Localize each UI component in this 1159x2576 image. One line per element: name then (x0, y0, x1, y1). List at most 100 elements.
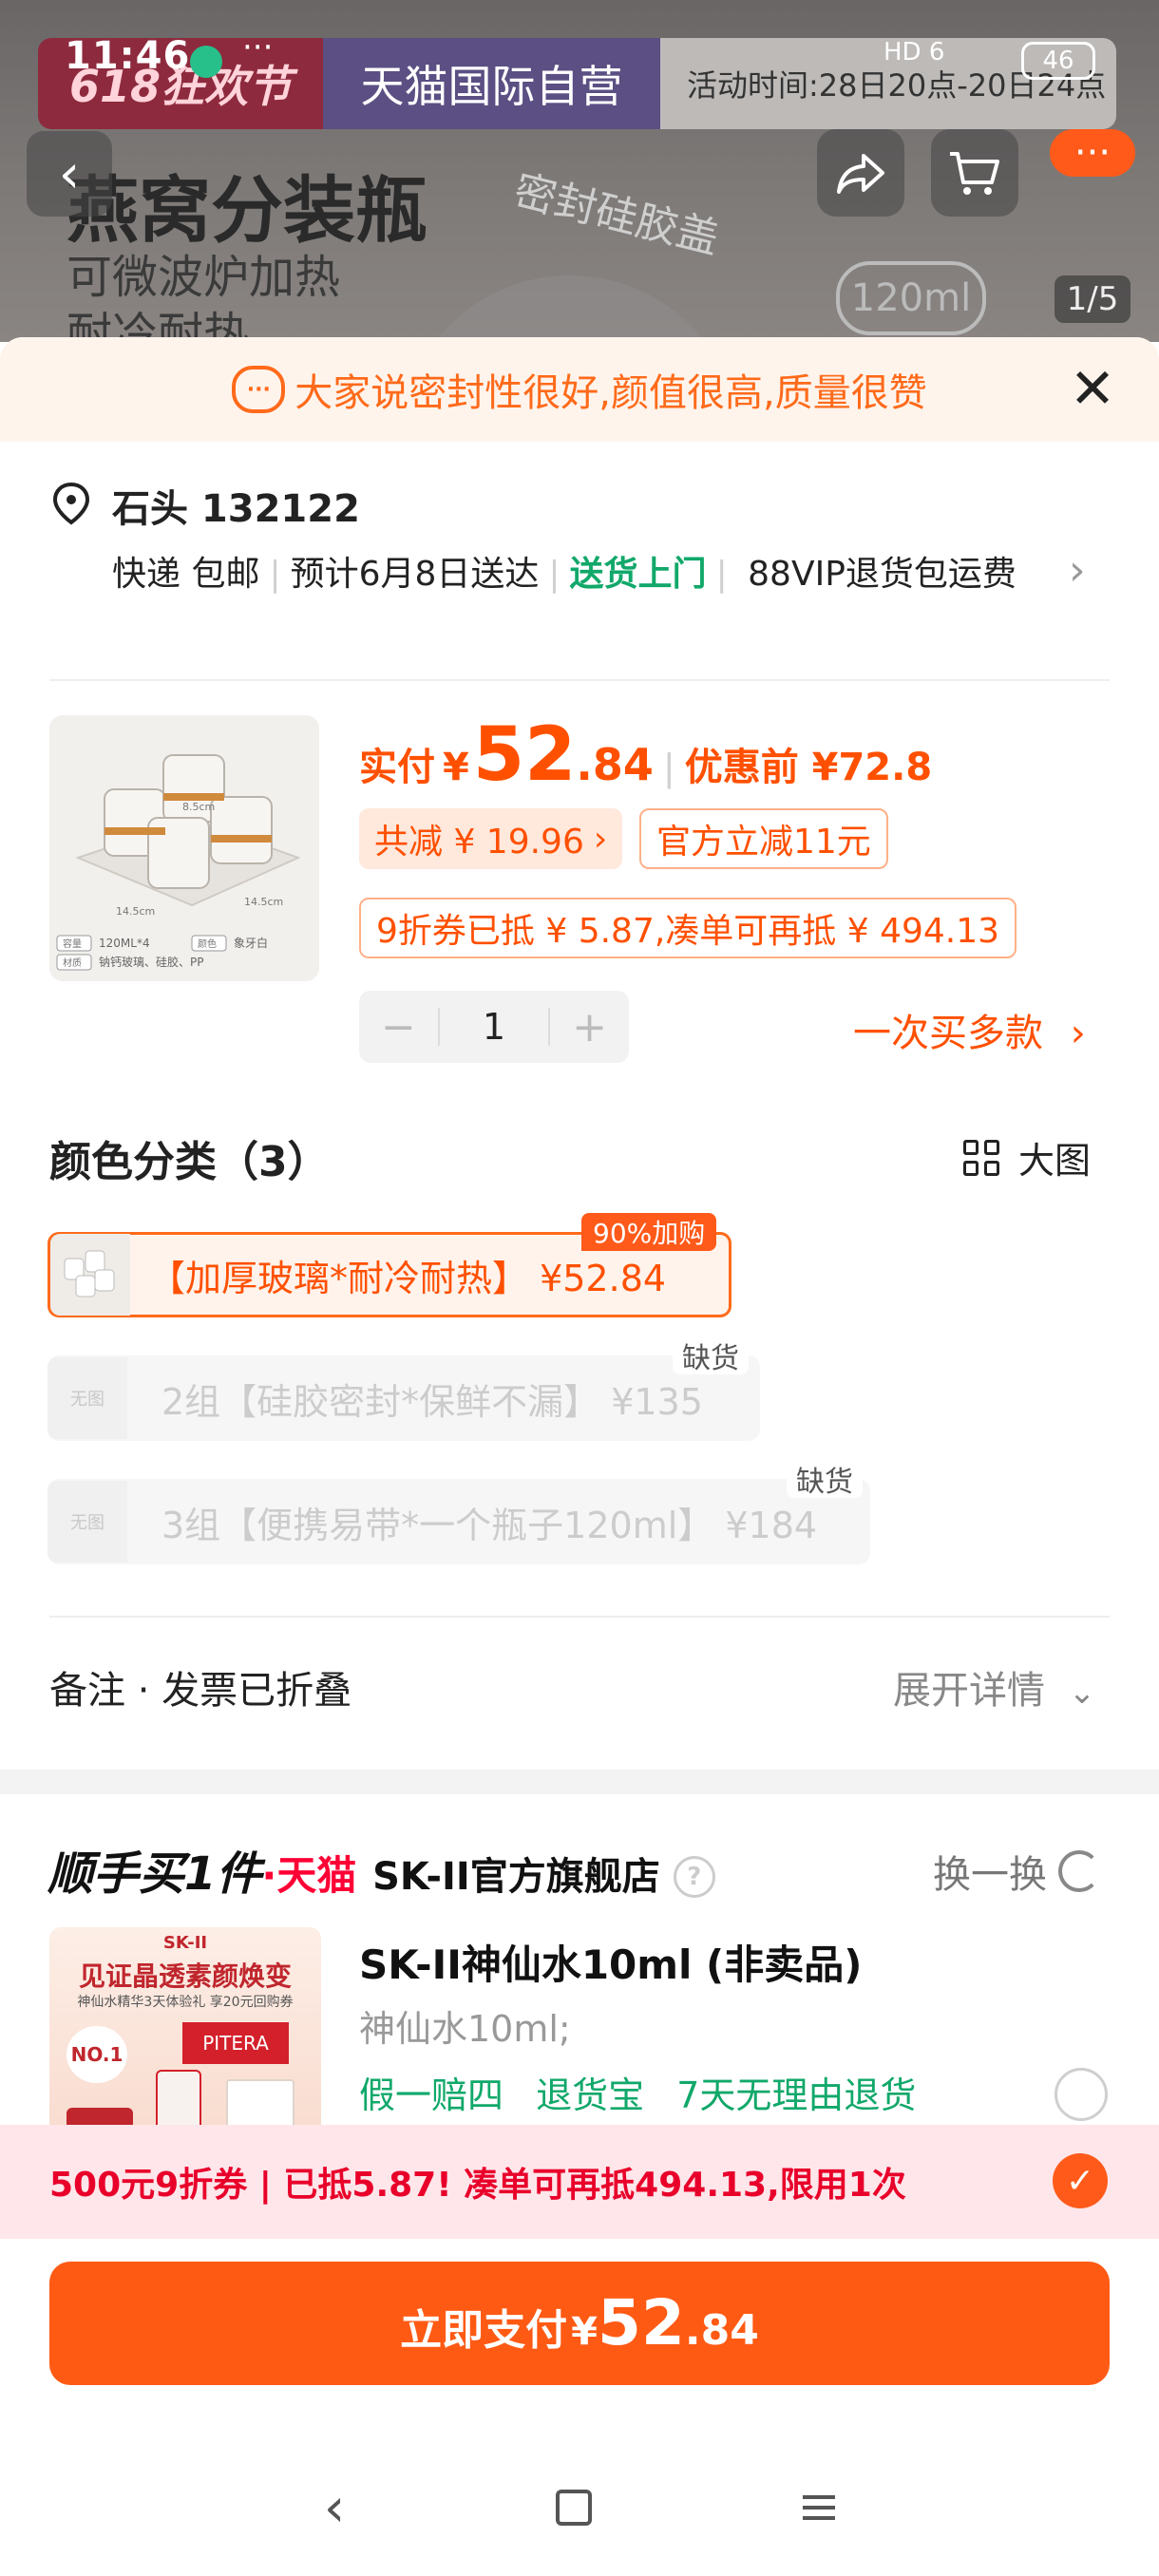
order-sheet: ··· 大家说密封性很好,颜值很高,质量很赞 ✕ 石头 132122 快递 包邮… (0, 337, 1159, 2576)
service-tag: 退货宝 (536, 2074, 645, 2116)
checkmark-icon[interactable]: ✓ (1053, 2153, 1108, 2208)
no-image-placeholder: 无图 (48, 1357, 127, 1439)
close-icon[interactable]: ✕ (1062, 356, 1123, 421)
address-name[interactable]: 石头 132122 (112, 478, 360, 533)
no-image-placeholder: 无图 (48, 1481, 127, 1563)
hero-subtitle-2: 耐冷耐热 (66, 308, 250, 342)
product-thumbnail[interactable]: 容量 120ML*4 颜色 象牙白 材质 钠钙玻璃、硅胶、PP 14.5cm 1… (49, 715, 319, 981)
price-row: 实付 ¥ 52 .84 | 优惠前 ¥72.8 (359, 712, 933, 798)
chevron-right-icon: › (1070, 1012, 1086, 1055)
quantity-decrease-button[interactable]: − (359, 1003, 438, 1051)
buy-multiple-label: 一次买多款 (853, 1012, 1043, 1055)
system-back-icon[interactable]: ‹ (324, 2477, 345, 2539)
out-of-stock-tag: 缺货 (787, 1460, 863, 1499)
section-separator (0, 1770, 1159, 1794)
tmall-logo: ·天猫 (261, 1852, 357, 1899)
quantity-value[interactable]: 1 (437, 1006, 551, 1048)
buy-multiple-link[interactable]: 一次买多款 › (853, 1002, 1086, 1057)
back-icon[interactable]: ‹ (27, 131, 112, 217)
expand-details-label: 展开详情 (893, 1669, 1045, 1713)
pay-label: 立即支付 (400, 2306, 568, 2355)
system-menu-icon[interactable] (803, 2495, 836, 2520)
service-tag: 7天无理由退货 (676, 2074, 917, 2116)
total-discount-text: 共减 ¥ 19.96 (374, 823, 584, 862)
no1-badge: NO.1 (66, 2026, 127, 2083)
price-integer: 52 (472, 712, 577, 798)
big-view-toggle[interactable]: 大图 (963, 1131, 1091, 1184)
vip-return-info: 88VIP退货包运费 (748, 555, 1016, 594)
color-section-title: 颜色分类（3） (49, 1138, 330, 1186)
expand-details-button[interactable]: 展开详情 ⌄ (893, 1659, 1095, 1714)
help-icon[interactable]: ? (673, 1856, 715, 1898)
swap-label: 换一换 (933, 1853, 1047, 1897)
pay-integer: 52 (598, 2286, 685, 2359)
option-thumbnail (50, 1234, 130, 1316)
thumb-value-material: 钠钙玻璃、硅胶、PP (99, 955, 203, 969)
divider (49, 1616, 1110, 1618)
service-tag: 假一赔四 (359, 2074, 504, 2116)
shipping-info[interactable]: 快递 包邮 | 预计6月8日送达 | 送货上门 | 88VIP退货包运费 (112, 546, 1043, 603)
ship-method: 快递 包邮 (112, 555, 260, 594)
battery-icon: 46 (1021, 42, 1095, 80)
hero-seal-text: 密封硅胶盖 (509, 166, 724, 264)
total-discount-pill[interactable]: 共减 ¥ 19.96 › (359, 808, 623, 869)
hero-product-image (399, 275, 741, 342)
pay-currency: ¥ (571, 2310, 598, 2354)
price-currency: ¥ (443, 746, 469, 789)
review-tip-bar: ··· 大家说密封性很好,颜值很高,质量很赞 (0, 337, 1159, 442)
thumb-dimension-depth: 14.5cm (244, 896, 283, 908)
upsell-title[interactable]: SK-II神仙水10ml (非卖品) (359, 1933, 862, 1991)
share-icon[interactable] (817, 129, 904, 217)
banner-brand: 天猫国际自营 (323, 38, 660, 129)
shop-name[interactable]: SK-II官方旗舰店 (372, 1855, 660, 1899)
skii-brand: SK-II (162, 1933, 208, 1953)
quantity-increase-button[interactable]: + (550, 1003, 629, 1051)
status-more: ··· (242, 28, 274, 66)
thumb-tag-color: 颜色 (198, 938, 217, 950)
thumb-tag-material: 材质 (63, 957, 82, 969)
coupon-bar-text: 500元9折券 | 已抵5.87! 凑单可再抵494.13,限用1次 (49, 2166, 906, 2205)
review-tip-text: 大家说密封性很好,颜值很高,质量很赞 (294, 371, 927, 415)
upsell-image-headline: 见证晶透素颜焕变 (78, 1960, 292, 1992)
chat-icon: ··· (232, 366, 286, 413)
thumb-value-capacity: 120ML*4 (99, 937, 150, 950)
quantity-stepper: − 1 + (359, 991, 629, 1063)
thumb-value-color: 象牙白 (234, 936, 268, 950)
official-discount-pill: 官方立减11元 (639, 808, 888, 869)
out-of-stock-tag: 缺货 (673, 1336, 749, 1375)
door-delivery: 送货上门 (569, 555, 707, 594)
thumb-dimension-height: 8.5cm (182, 801, 215, 813)
thumb-dimension-width: 14.5cm (116, 905, 155, 918)
system-home-icon[interactable] (556, 2490, 593, 2526)
color-option-3[interactable]: 无图 3组【便携易带*一个瓶子120ml】 ¥184 (48, 1479, 870, 1564)
price-label: 实付 (359, 746, 435, 789)
big-view-label: 大图 (1018, 1140, 1092, 1182)
more-menu-icon[interactable]: ··· (1050, 129, 1135, 177)
notification-icon (190, 46, 222, 78)
chevron-down-icon: ⌄ (1068, 1674, 1096, 1712)
status-time: 11:46 (65, 34, 191, 78)
product-hero: 618狂欢节 天猫国际自营 活动时间:28日20点-20日24点 燕窝分装瓶 可… (0, 0, 1159, 342)
option-label: 3组【便携易带*一个瓶子120ml】 ¥184 (162, 1504, 818, 1546)
signal-wifi-icon: HD 6 (884, 38, 945, 66)
upsell-select-radio[interactable] (1054, 2068, 1108, 2121)
upsell-service-tags: 假一赔四 退货宝 7天无理由退货 (359, 2066, 937, 2118)
hero-capacity: 120ml (836, 261, 986, 335)
image-counter: 1/5 (1054, 275, 1130, 323)
pre-discount-price: 优惠前 ¥72.8 (684, 746, 933, 789)
pitera-label: PITERA (182, 2022, 289, 2064)
thumb-tag-capacity: 容量 (63, 938, 82, 950)
cart-icon[interactable] (931, 129, 1018, 217)
pay-decimal: .84 (684, 2306, 759, 2355)
coupon-bar: 500元9折券 | 已抵5.87! 凑单可再抵494.13,限用1次 (0, 2125, 1159, 2239)
upsell-spec: 神仙水10ml; (359, 2008, 571, 2050)
chevron-right-icon[interactable]: › (1069, 546, 1086, 595)
swap-button[interactable]: 换一换 (933, 1844, 1100, 1899)
system-nav-bar: ‹ (0, 2460, 1159, 2555)
upsell-image-subtitle: 神仙水精华3天体验礼 享20元回购券 (77, 1995, 294, 2010)
pay-now-button[interactable]: 立即支付 ¥ 52 .84 (49, 2262, 1110, 2385)
divider (49, 679, 1110, 681)
remark-invoice-label: 备注 · 发票已折叠 (49, 1669, 352, 1713)
color-option-2[interactable]: 无图 2组【硅胶密封*保鲜不漏】 ¥135 (48, 1355, 760, 1441)
option-label: 【加厚玻璃*耐冷耐热】 ¥52.84 (149, 1257, 667, 1299)
